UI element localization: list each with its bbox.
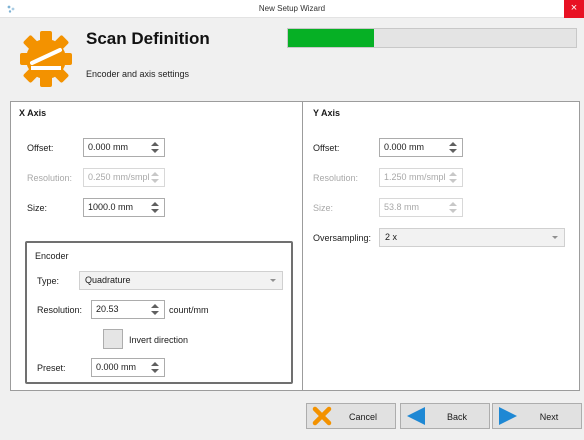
x-size-stepper[interactable] [146, 199, 164, 216]
back-button[interactable]: Back [400, 403, 490, 429]
y-size-stepper [444, 199, 462, 216]
y-axis-title: Y Axis [313, 108, 341, 118]
encoder-type-label: Type: [37, 276, 60, 286]
y-oversampling-dropdown[interactable]: 2 x [379, 228, 565, 247]
up-arrow-icon [449, 142, 457, 146]
wizard-header: Scan Definition Encoder and axis setting… [0, 18, 584, 100]
wizard-progress-bar [287, 28, 577, 48]
encoder-preset-value: 0.000 mm [96, 362, 137, 372]
up-arrow-icon [151, 142, 159, 146]
down-arrow-icon [449, 209, 457, 213]
y-resolution-input: 1.250 mm/smpl [379, 168, 463, 187]
next-button-label: Next [539, 412, 559, 422]
encoder-resolution-unit: count/mm [169, 305, 209, 315]
x-size-label: Size: [27, 203, 48, 213]
arrow-left-icon [407, 407, 425, 425]
y-resolution-label: Resolution: [313, 173, 359, 183]
next-button[interactable]: Next [492, 403, 582, 429]
wizard-footer: Cancel Back Next [0, 392, 584, 440]
x-size-value: 1000.0 mm [88, 202, 134, 212]
y-size-label: Size: [313, 203, 334, 213]
chevron-down-icon [552, 236, 558, 239]
x-axis-title: X Axis [19, 108, 47, 118]
y-offset-input[interactable]: 0.000 mm [379, 138, 463, 157]
window-title: New Setup Wizard [258, 4, 326, 13]
encoder-resolution-stepper[interactable] [146, 301, 164, 318]
invert-direction-label: Invert direction [129, 335, 189, 345]
down-arrow-icon [151, 209, 159, 213]
invert-direction-checkbox[interactable] [103, 329, 123, 349]
down-arrow-icon [151, 369, 159, 373]
page-subtitle: Encoder and axis settings [86, 69, 190, 79]
cancel-button-label: Cancel [348, 412, 377, 422]
x-resolution-stepper [146, 169, 164, 186]
down-arrow-icon [151, 311, 159, 315]
encoder-type-value: Quadrature [85, 275, 131, 285]
down-arrow-icon [151, 179, 159, 183]
y-resolution-stepper [444, 169, 462, 186]
up-arrow-icon [151, 362, 159, 366]
x-offset-value: 0.000 mm [88, 142, 129, 152]
down-arrow-icon [151, 149, 159, 153]
up-arrow-icon [449, 172, 457, 176]
back-button-label: Back [446, 412, 467, 422]
x-offset-input[interactable]: 0.000 mm [83, 138, 165, 157]
encoder-type-dropdown[interactable]: Quadrature [79, 271, 283, 290]
chevron-down-icon [270, 279, 276, 282]
cancel-button[interactable]: Cancel [306, 403, 396, 429]
arrow-right-icon [499, 407, 517, 425]
progress-fill [288, 29, 375, 47]
y-oversampling-label: Oversampling: [313, 233, 372, 243]
encoder-preset-label: Preset: [37, 363, 66, 373]
y-size-input: 53.8 mm [379, 198, 463, 217]
y-offset-stepper[interactable] [444, 139, 462, 156]
encoder-resolution-label: Resolution: [37, 305, 83, 315]
encoder-group: Encoder Type: Quadrature Resolution: 20.… [25, 241, 293, 384]
up-arrow-icon [151, 172, 159, 176]
y-resolution-value: 1.250 mm/smpl [384, 172, 446, 182]
y-oversampling-value: 2 x [385, 232, 398, 242]
y-offset-label: Offset: [313, 143, 340, 153]
x-offset-stepper[interactable] [146, 139, 164, 156]
encoder-preset-input[interactable]: 0.000 mm [91, 358, 165, 377]
wrench-gear-icon [20, 31, 72, 87]
up-arrow-icon [151, 202, 159, 206]
settings-panel: X Axis Offset: 0.000 mm Resolution: 0.25… [10, 101, 580, 391]
up-arrow-icon [449, 202, 457, 206]
y-axis-group: Y Axis Offset: 0.000 mm Resolution: 1.25… [303, 102, 579, 390]
x-resolution-input: 0.250 mm/smpl [83, 168, 165, 187]
x-resolution-value: 0.250 mm/smpl [88, 172, 150, 182]
y-offset-value: 0.000 mm [384, 142, 425, 152]
x-offset-label: Offset: [27, 143, 54, 153]
encoder-preset-stepper[interactable] [146, 359, 164, 376]
down-arrow-icon [449, 179, 457, 183]
encoder-resolution-value: 20.53 [96, 304, 119, 314]
x-size-input[interactable]: 1000.0 mm [83, 198, 165, 217]
close-button[interactable]: × [564, 0, 584, 18]
x-resolution-label: Resolution: [27, 173, 73, 183]
title-bar: New Setup Wizard × [0, 0, 584, 18]
encoder-resolution-input[interactable]: 20.53 [91, 300, 165, 319]
down-arrow-icon [449, 149, 457, 153]
x-icon [312, 406, 332, 426]
up-arrow-icon [151, 304, 159, 308]
encoder-title: Encoder [35, 251, 69, 261]
y-size-value: 53.8 mm [384, 202, 420, 212]
page-title: Scan Definition [86, 29, 210, 48]
